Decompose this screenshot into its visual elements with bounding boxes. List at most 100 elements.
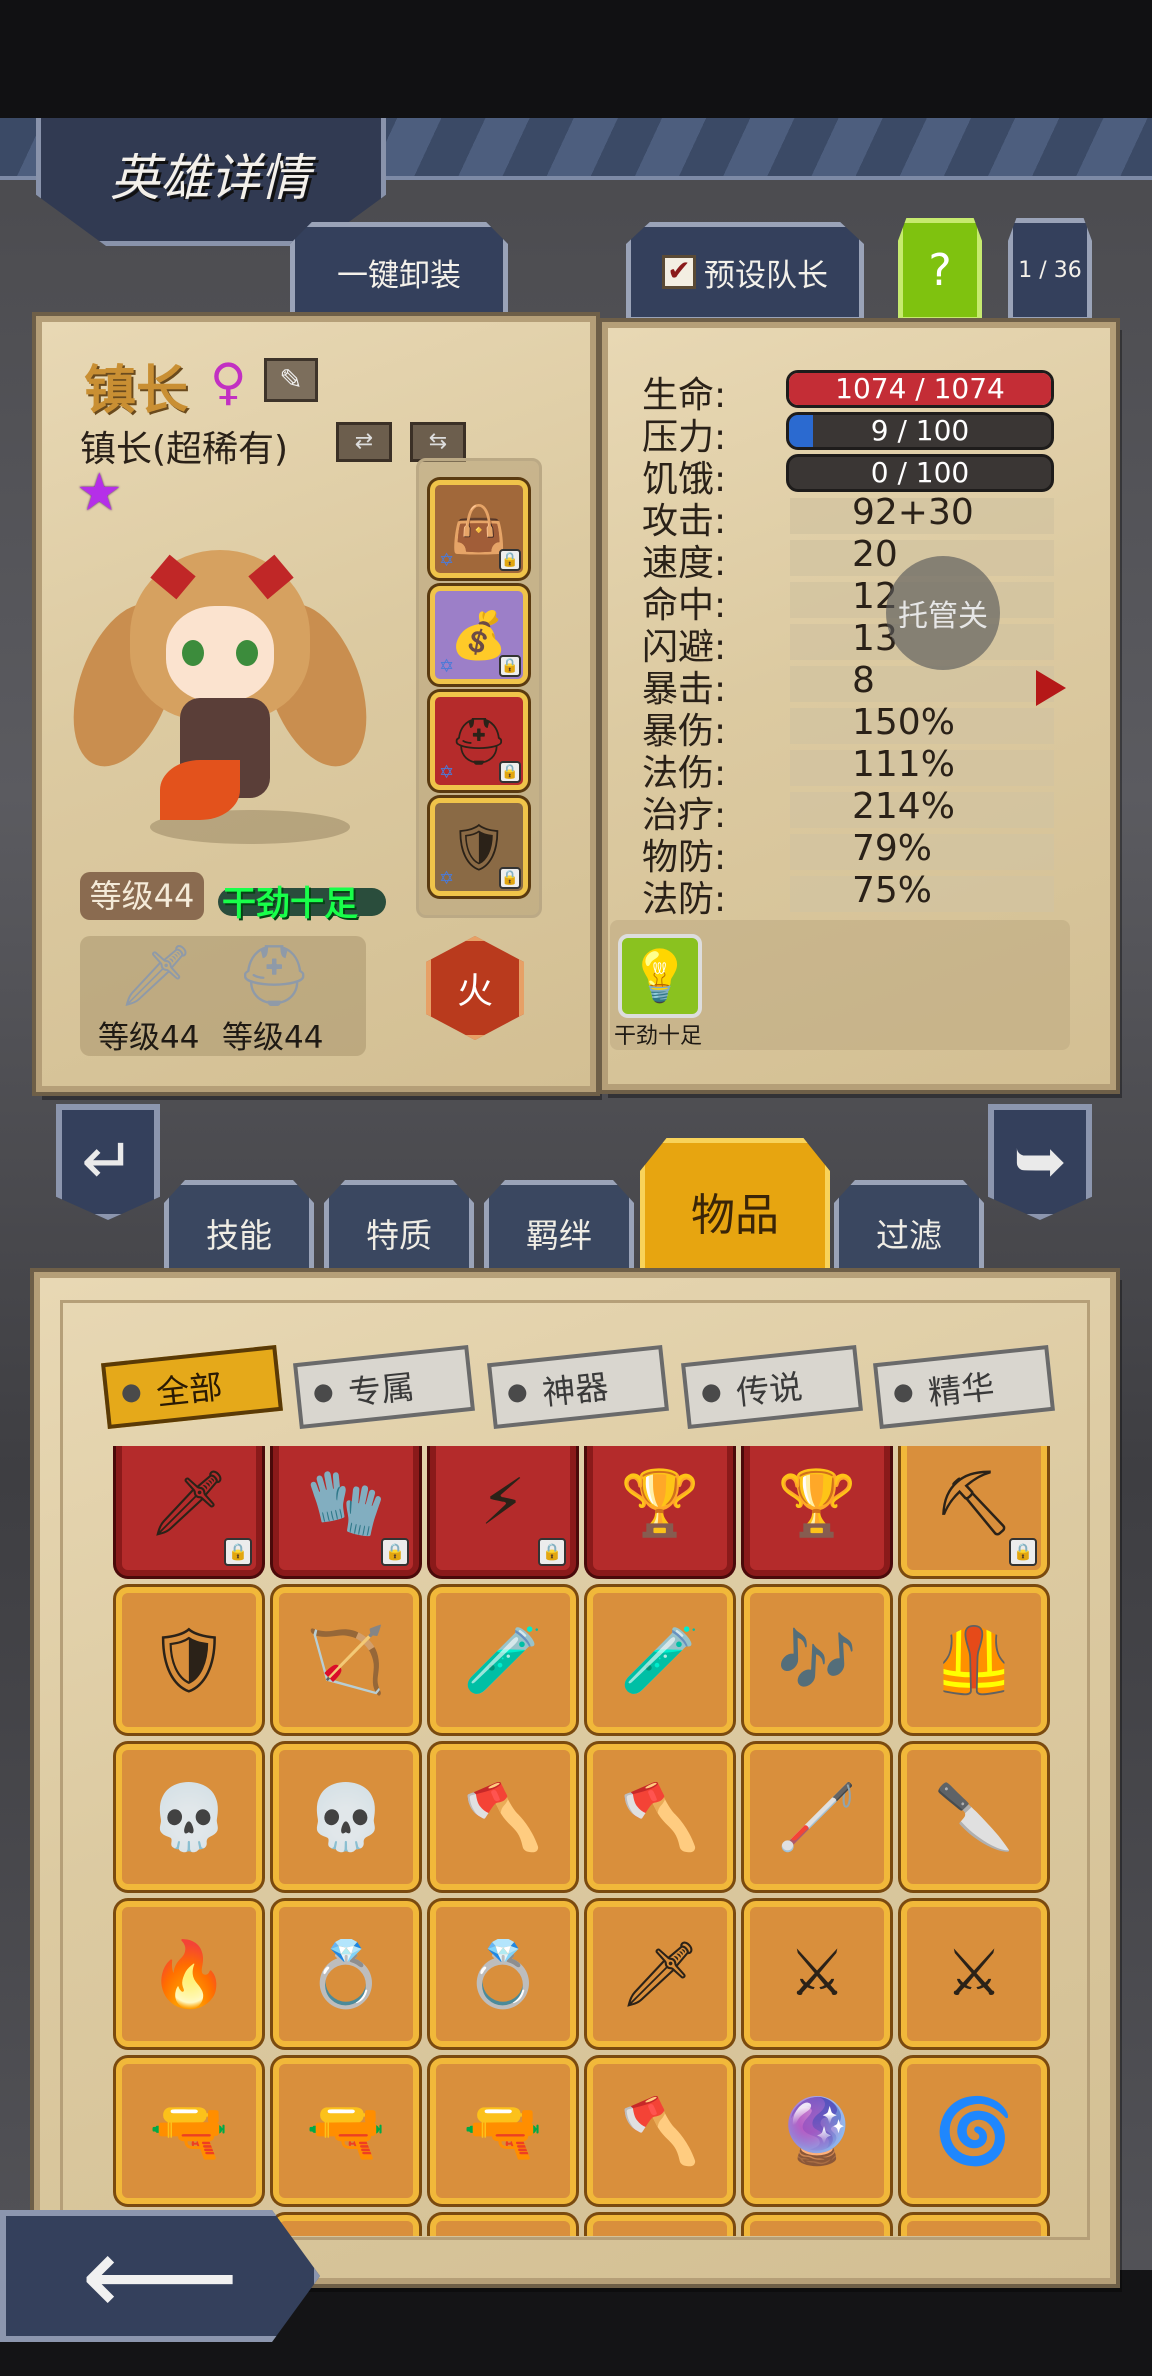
item-slot[interactable]: ⚔ [744, 1901, 890, 2047]
stat-value: 111% [852, 744, 955, 785]
great-axe-icon: 🪓 [620, 2094, 700, 2169]
tab-filter[interactable]: 过滤 [834, 1180, 984, 1276]
claw-gauntlet-icon: 🧤 [306, 1466, 386, 1541]
auto-manage-label: 托管关 [898, 599, 988, 634]
item-slot[interactable]: ⚡ 🔒 [430, 1446, 576, 1576]
skull-cloak-icon: 💀 [149, 1780, 229, 1855]
stat-value: 150% [852, 702, 955, 743]
cleaver-icon: 🔪 [934, 1780, 1014, 1855]
help-button[interactable]: ? [898, 218, 982, 322]
filter-artifact-label: 神器 [540, 1366, 611, 1413]
item-slot[interactable]: 🔫 [273, 2058, 419, 2204]
item-slot[interactable]: 🪓 [587, 1744, 733, 1890]
item-slot[interactable]: 🏹 [273, 1587, 419, 1733]
radio-dot-icon [507, 1383, 528, 1404]
items-grid[interactable]: 🗡 🔒 🧤 🔒 ⚡ 🔒 🏆 🏆 ⛏ 🔒 🛡 🏹 🧪 🧪 🎶 🦺 💀 💀 🪓 🪓 🦯 🔪 🔥 💍 💍 🗡 ⚔ ⚔ 🔫 🔫 🔫 🪓 🔮 🌀 [110, 1446, 1050, 2236]
item-slot[interactable]: 💍 [430, 1901, 576, 2047]
next-hero-button[interactable]: ➥ [988, 1104, 1092, 1220]
ruby-ring-icon: 💍 [463, 1937, 543, 2012]
item-slot[interactable]: 🦺 [901, 1587, 1047, 1733]
element-label: 火 [456, 971, 493, 1012]
lock-icon: 🔒 [499, 655, 521, 677]
blood-chalice-icon: 🏆 [777, 1466, 857, 1541]
stat-bar-value: 9 / 100 [870, 414, 970, 447]
equip-slot-pouch[interactable]: 💰 ✡ 🔒 [430, 586, 528, 684]
item-slot[interactable]: 🧪 [430, 1587, 576, 1733]
item-slot[interactable]: 🗡 [587, 1901, 733, 2047]
item-slot[interactable]: 🦯 [744, 1744, 890, 1890]
flame-skirt [160, 760, 240, 820]
rarity-star-icon: ★ [76, 463, 123, 523]
item-slot[interactable]: 🔫 [430, 2058, 576, 2204]
stat-value: 79% [852, 828, 933, 869]
item-slot[interactable]: 🔥 [116, 1901, 262, 2047]
item-slot[interactable]: 💀 [116, 1744, 262, 1890]
item-slot[interactable]: 🧪 [587, 1587, 733, 1733]
auto-manage-toggle[interactable]: 托管关 [886, 556, 1000, 670]
item-slot[interactable] [901, 2215, 1047, 2236]
item-slot[interactable]: 🪓 [587, 2058, 733, 2204]
item-slot[interactable]: ⚔ [901, 1901, 1047, 2047]
lock-icon: 🔒 [538, 1538, 566, 1566]
swap-skin-icon[interactable]: ⇆ [410, 422, 466, 462]
unequip-all-button[interactable]: 一键卸装 [290, 222, 508, 322]
preset-leader-button[interactable]: ✔ 预设队长 [626, 222, 864, 322]
filter-all-label: 全部 [154, 1366, 225, 1413]
equip-slot-shield[interactable]: 🛡 ✡ 🔒 [430, 798, 528, 896]
katana-icon: ⚔ [788, 1937, 846, 2011]
pickaxe-icon: ⛏ [933, 1466, 1015, 1541]
stat-bar: 1074 / 1074 [786, 370, 1054, 408]
sword-icon[interactable]: 🗡 [118, 940, 194, 1014]
item-slot[interactable]: 🎶 [744, 1587, 890, 1733]
item-slot[interactable] [430, 2215, 576, 2236]
back-button[interactable]: ⟵ [0, 2210, 320, 2342]
rename-pencil-icon[interactable]: ✎ [264, 358, 318, 402]
gem-staff-icon: 🔮 [777, 2094, 857, 2169]
swap-hero-icon[interactable]: ⇄ [336, 422, 392, 462]
item-slot[interactable]: 🛡 [116, 1587, 262, 1733]
tab-items[interactable]: 物品 [640, 1138, 830, 1276]
status-bar-area [0, 0, 1152, 118]
lock-icon: 🔒 [381, 1538, 409, 1566]
item-slot[interactable]: 💀 [273, 1744, 419, 1890]
stat-bar: 0 / 100 [786, 454, 1054, 492]
item-slot[interactable]: 🔪 [901, 1744, 1047, 1890]
pistol-icon: 🔫 [463, 2094, 543, 2169]
item-slot[interactable]: 🔫 [116, 2058, 262, 2204]
eye-right [236, 640, 258, 666]
lock-icon: 🔒 [499, 867, 521, 889]
weapon-level: 等级44 [98, 1020, 200, 1056]
item-slot[interactable]: 🏆 [744, 1446, 890, 1576]
stat-value: 92+30 [852, 492, 974, 533]
item-slot[interactable] [744, 2215, 890, 2236]
lock-icon: 🔒 [499, 761, 521, 783]
item-slot[interactable]: 🔮 [744, 2058, 890, 2204]
item-slot[interactable]: ⛏ 🔒 [901, 1446, 1047, 1576]
item-slot[interactable]: 🪓 [430, 1744, 576, 1890]
next-page-arrow-icon[interactable] [1036, 670, 1066, 706]
trait-label: 干劲十足 [614, 1024, 703, 1049]
item-slot[interactable]: 🏆 [587, 1446, 733, 1576]
equip-slot-helmet[interactable]: ⛑ ✡ 🔒 [430, 692, 528, 790]
tab-skills[interactable]: 技能 [164, 1180, 314, 1276]
checkbox-checked-icon[interactable]: ✔ [662, 255, 696, 289]
tab-traits[interactable]: 特质 [324, 1180, 474, 1276]
hero-portrait[interactable] [53, 540, 387, 840]
item-slot[interactable]: 🧤 🔒 [273, 1446, 419, 1576]
tab-bonds[interactable]: 羁绊 [484, 1180, 634, 1276]
item-slot[interactable]: 🌀 [901, 2058, 1047, 2204]
previous-hero-button[interactable]: ↵ [56, 1104, 160, 1220]
item-slot[interactable]: 🗡 🔒 [116, 1446, 262, 1576]
female-gender-icon: ♀ [210, 353, 247, 411]
green-potion-icon: 🧪 [620, 1623, 700, 1698]
trait-lightbulb-icon[interactable]: 💡 [618, 934, 702, 1018]
item-slot[interactable] [587, 2215, 733, 2236]
crossbow-icon: 🏹 [306, 1623, 386, 1698]
helmet-icon[interactable]: ⛑ [236, 940, 312, 1014]
equip-slot-bag[interactable]: 👜 ✡ 🔒 [430, 480, 528, 578]
item-slot[interactable] [273, 2215, 419, 2236]
dark-staff-icon: 🦯 [777, 1780, 857, 1855]
battle-axe-icon: 🪓 [620, 1780, 700, 1855]
flute-icon: 🎶 [777, 1623, 857, 1698]
item-slot[interactable]: 💍 [273, 1901, 419, 2047]
